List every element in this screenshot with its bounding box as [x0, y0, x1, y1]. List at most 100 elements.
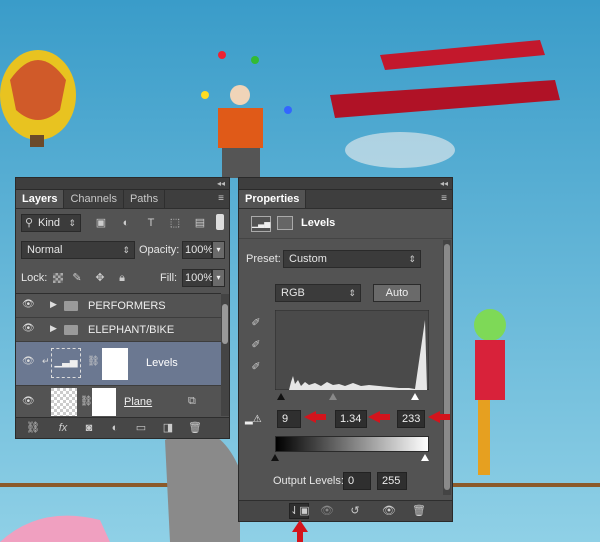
view-previous-state-icon[interactable]: 👁︎ [319, 504, 335, 518]
scrollbar-thumb[interactable] [222, 304, 228, 344]
layer-thumbnail[interactable] [51, 388, 77, 416]
collapse-icon[interactable]: ◂◂ [440, 178, 448, 189]
fx-icon[interactable]: fx [54, 421, 72, 435]
visibility-eye-icon[interactable]: 👁︎ [22, 299, 35, 310]
clip-to-layer-icon[interactable]: ⇃▣ [289, 503, 310, 519]
new-group-icon[interactable]: ▭ [134, 421, 148, 435]
fill-label: Fill: [160, 272, 178, 284]
preset-select[interactable]: Custom [283, 250, 421, 268]
annotation-arrow-white [428, 411, 450, 423]
type-filter-icon[interactable]: T [144, 216, 158, 230]
filter-kind-label: Kind [38, 217, 61, 229]
panel-menu-icon[interactable]: ≡ [441, 193, 447, 204]
new-layer-icon[interactable]: ◨ [161, 421, 175, 435]
layer-name: Plane [124, 396, 153, 408]
expand-arrow-icon[interactable]: ▶ [50, 323, 57, 334]
input-white-handle [411, 393, 419, 400]
layer-row-levels[interactable]: 👁︎ ↵ ▁▃▅ ⛓︎ Levels [16, 342, 221, 386]
input-white-field[interactable]: 233 [397, 410, 425, 428]
fill-input[interactable]: 100% [182, 269, 213, 287]
add-mask-icon[interactable]: ◙ [82, 421, 96, 435]
delete-adjustment-icon[interactable]: 🗑︎ [411, 504, 427, 518]
properties-footer: ⇃▣ 👁︎ ↺ 👁︎ 🗑︎ [239, 500, 452, 521]
layer-name: Levels [146, 357, 178, 369]
link-chain-icon[interactable]: ⛓︎ [87, 356, 100, 367]
properties-panel: ◂◂ Properties ≡ ▁▃▅ Levels Preset: Custo… [238, 177, 453, 522]
shape-filter-icon[interactable]: ⬚ [168, 216, 182, 230]
link-chain-icon[interactable]: ⛓︎ [80, 396, 93, 407]
panel-menu-icon[interactable]: ≡ [218, 193, 224, 204]
layer-name: PERFORMERS [88, 300, 166, 312]
collapse-icon[interactable]: ◂◂ [217, 178, 225, 189]
visibility-eye-icon[interactable]: 👁︎ [22, 323, 35, 334]
histogram [275, 310, 429, 390]
adjustment-name: Levels [301, 217, 336, 229]
output-black-field[interactable]: 0 [343, 472, 371, 490]
layers-tab-bar: Layers Channels Paths ≡ [16, 190, 229, 209]
clipping-indicator-icon: ↵ [42, 356, 50, 366]
annotation-arrow-up-shaft [297, 531, 303, 542]
opacity-input[interactable]: 100% [182, 241, 213, 259]
tab-layers[interactable]: Layers [16, 190, 65, 208]
expand-arrow-icon[interactable]: ▶ [50, 299, 57, 310]
fill-dropdown-button[interactable]: ▾ [212, 269, 225, 287]
folder-icon [64, 301, 78, 311]
layer-name: ELEPHANT/BIKE [88, 324, 175, 336]
preset-label: Preset: [246, 253, 281, 265]
filter-toggle[interactable] [216, 214, 224, 230]
tab-paths[interactable]: Paths [124, 190, 166, 208]
annotation-arrow-gamma [368, 411, 390, 423]
layers-list: 👁︎ ▶ PERFORMERS 👁︎ ▶ ELEPHANT/BIKE 👁︎ ↵ … [16, 293, 221, 418]
output-white-handle [421, 454, 429, 461]
scrollbar-thumb[interactable] [444, 244, 450, 490]
input-black-field[interactable]: 9 [277, 410, 301, 428]
black-eyedropper-icon[interactable]: ✐ [249, 316, 263, 330]
white-eyedropper-icon[interactable]: ✐ [249, 360, 263, 374]
input-slider[interactable] [275, 391, 429, 401]
tab-channels[interactable]: Channels [64, 190, 124, 208]
auto-button[interactable]: Auto [373, 284, 421, 302]
gray-eyedropper-icon[interactable]: ✐ [249, 338, 263, 352]
toggle-visibility-icon[interactable]: 👁︎ [381, 504, 397, 518]
link-layers-icon[interactable]: ⛓︎ [26, 421, 40, 435]
levels-adjustment-icon[interactable]: ▁▃▅ [51, 348, 81, 378]
tab-properties[interactable]: Properties [239, 190, 307, 208]
visibility-eye-icon[interactable]: 👁︎ [22, 356, 35, 367]
layer-mask-thumbnail[interactable] [92, 388, 116, 416]
layers-scrollbar[interactable] [221, 294, 229, 416]
layer-mask-thumbnail[interactable] [102, 348, 128, 380]
new-adjustment-icon[interactable]: ◐ [108, 421, 122, 435]
lock-transparency-icon[interactable] [53, 273, 63, 283]
layer-row-elephant-bike[interactable]: 👁︎ ▶ ELEPHANT/BIKE [16, 318, 221, 342]
output-slider[interactable] [269, 452, 435, 462]
visibility-eye-icon[interactable]: 👁︎ [22, 396, 35, 407]
pixel-filter-icon[interactable]: ▣ [94, 216, 108, 230]
blend-mode-select[interactable]: Normal [21, 241, 135, 259]
properties-scrollbar[interactable] [443, 240, 451, 495]
layer-row-plane[interactable]: 👁︎ ⛓︎ Plane ⧉ [16, 386, 221, 418]
layer-row-performers[interactable]: 👁︎ ▶ PERFORMERS [16, 294, 221, 318]
lock-image-icon[interactable]: ✎ [71, 271, 83, 285]
panel-grip[interactable]: ◂◂ [239, 178, 452, 190]
adjustment-filter-icon[interactable]: ◐ [119, 216, 133, 230]
filter-kind-select[interactable]: ⚲ Kind [21, 214, 81, 232]
search-icon: ⚲ [25, 217, 34, 229]
opacity-dropdown-button[interactable]: ▾ [212, 241, 225, 259]
clipping-warning-icon[interactable]: ▂⚠ [245, 414, 262, 425]
lock-position-icon[interactable]: ✥ [94, 271, 106, 285]
output-gradient [275, 436, 429, 452]
channel-select[interactable]: RGB [275, 284, 361, 302]
lock-label: Lock: [21, 272, 48, 284]
reset-icon[interactable]: ↺ [347, 504, 363, 518]
delete-layer-icon[interactable]: 🗑︎ [188, 421, 202, 435]
opacity-label: Opacity: [139, 244, 180, 256]
panel-grip[interactable]: ◂◂ [16, 178, 229, 190]
smart-object-filter-icon[interactable]: ▤ [193, 216, 207, 230]
layers-panel: ◂◂ Layers Channels Paths ≡ ⚲ Kind ▣ ◐ T … [15, 177, 230, 439]
input-gamma-field[interactable]: 1.34 [335, 410, 367, 428]
properties-header: ▁▃▅ Levels [239, 208, 452, 239]
lock-all-icon[interactable]: 🔒︎ [116, 271, 128, 285]
output-black-handle [271, 454, 279, 461]
mask-icon[interactable] [277, 216, 293, 230]
output-white-field[interactable]: 255 [377, 472, 407, 490]
